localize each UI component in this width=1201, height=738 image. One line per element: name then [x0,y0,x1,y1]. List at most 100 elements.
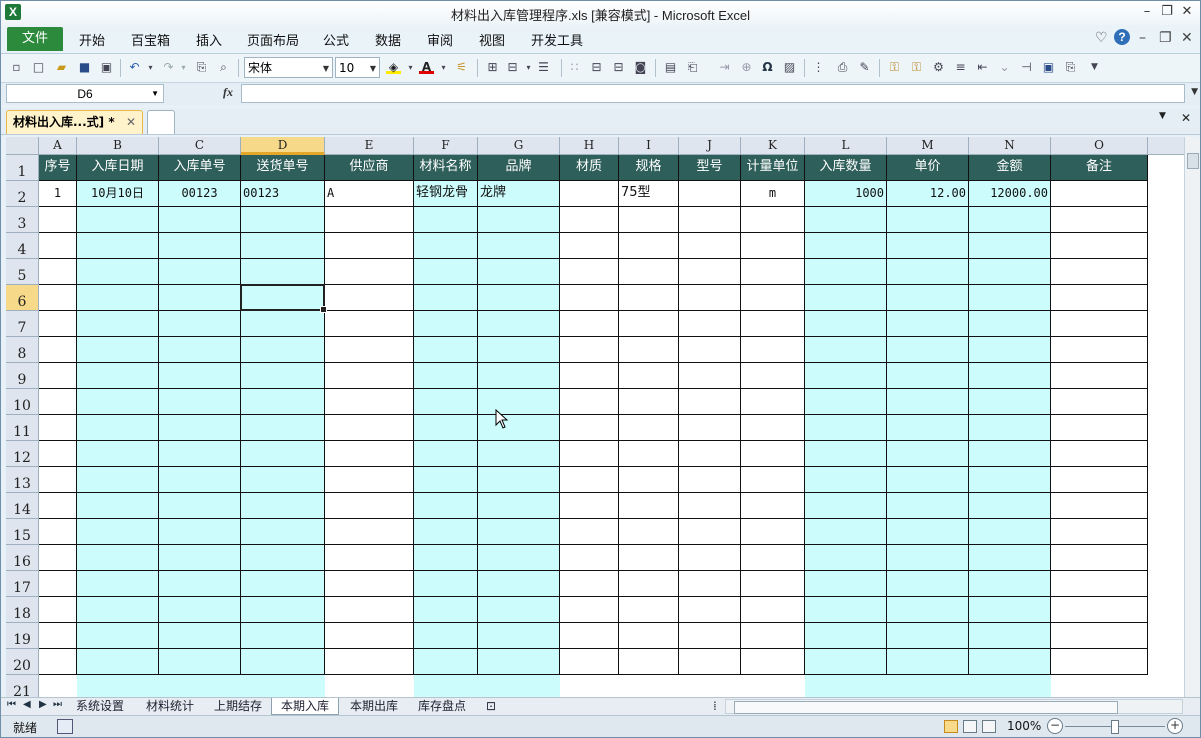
table-cell[interactable] [159,389,241,415]
table-cell[interactable] [325,441,414,467]
table-cell[interactable] [679,649,741,675]
prev-sheet-icon[interactable]: ◀ [23,699,31,710]
table-cell[interactable] [39,441,77,467]
restore-button[interactable]: ❐ [1157,3,1177,21]
macro-record-icon[interactable] [57,719,73,734]
table-header-cell[interactable]: 单价 [887,155,969,181]
table-cell[interactable] [241,467,325,493]
first-sheet-icon[interactable]: ⏮ [7,699,16,710]
table-data-cell[interactable]: m [741,181,805,207]
table-cell[interactable] [560,233,619,259]
row-header[interactable]: 19 [6,623,39,649]
tab-view[interactable]: 视图 [479,30,505,49]
table-cell[interactable] [560,467,619,493]
table-cell[interactable] [39,623,77,649]
table-cell[interactable] [325,675,414,697]
row-header[interactable]: 10 [6,389,39,415]
table-data-cell[interactable]: 1 [39,181,77,207]
table-cell[interactable] [414,337,478,363]
vertical-scroll-thumb[interactable] [1187,153,1199,169]
table-cell[interactable] [478,545,560,571]
page-layout-view-icon[interactable] [963,720,977,733]
table-cell[interactable] [77,649,159,675]
table-header-cell[interactable]: 计量单位 [741,155,805,181]
tool-f-icon[interactable]: ⇥ [717,60,732,75]
camera-icon[interactable]: ◙ [633,60,648,75]
table-cell[interactable] [39,649,77,675]
table-cell[interactable] [969,363,1051,389]
row-header[interactable]: 1 [6,155,39,181]
table-cell[interactable] [805,597,887,623]
table-cell[interactable] [241,389,325,415]
close-window-button[interactable]: ✕ [1177,3,1197,21]
tab-split-handle[interactable]: ⁞ [713,699,717,713]
table-cell[interactable] [414,233,478,259]
table-data-cell[interactable]: A [325,181,414,207]
table-cell[interactable] [159,519,241,545]
tool-n-icon[interactable]: ⎘ [1063,60,1078,75]
table-cell[interactable] [1051,259,1148,285]
table-cell[interactable] [414,675,478,697]
table-cell[interactable] [77,311,159,337]
save-icon[interactable]: ■ [77,60,92,75]
table-cell[interactable] [325,337,414,363]
table-cell[interactable] [414,415,478,441]
table-cell[interactable] [679,675,741,697]
horizontal-scrollbar[interactable] [725,699,1183,714]
table-cell[interactable] [969,623,1051,649]
table-cell[interactable] [77,233,159,259]
blank-doc-icon[interactable]: □ [31,60,46,75]
column-header[interactable]: K [741,137,805,155]
table-cell[interactable] [887,259,969,285]
table-cell[interactable] [619,493,679,519]
table-header-cell[interactable]: 入库日期 [77,155,159,181]
table-cell[interactable] [159,467,241,493]
font-color-dropdown-icon[interactable]: ▾ [436,60,451,75]
table-cell[interactable] [887,311,969,337]
table-cell[interactable] [741,389,805,415]
gear-icon[interactable]: ⚙ [931,60,946,75]
next-sheet-icon[interactable]: ▶ [39,699,47,710]
fill-color-icon[interactable]: ◈ [386,60,401,74]
table-cell[interactable] [478,649,560,675]
table-cell[interactable] [619,415,679,441]
table-cell[interactable] [741,415,805,441]
table-cell[interactable] [619,233,679,259]
table-cell[interactable] [560,571,619,597]
table-cell[interactable] [805,519,887,545]
print-preview-icon[interactable]: ▣ [99,60,114,75]
new-doc-icon[interactable]: ▫ [9,60,24,75]
table-cell[interactable] [560,649,619,675]
table-cell[interactable] [679,493,741,519]
image-icon[interactable]: ▨ [782,60,797,75]
table-cell[interactable] [805,623,887,649]
table-cell[interactable] [1051,363,1148,389]
row-header[interactable]: 4 [6,233,39,259]
tool-h-icon[interactable]: ⋮ [811,60,826,75]
table-cell[interactable] [1051,467,1148,493]
row-header[interactable]: 14 [6,493,39,519]
undo-dropdown-icon[interactable]: ▾ [143,60,158,75]
table-cell[interactable] [159,415,241,441]
tool-a-icon[interactable]: ∷ [567,60,582,75]
table-cell[interactable] [325,545,414,571]
table-cell[interactable] [414,259,478,285]
table-cell[interactable] [478,493,560,519]
table-cell[interactable] [741,441,805,467]
table-cell[interactable] [159,259,241,285]
table-borders-icon[interactable]: ⊟ [505,60,520,75]
zoom-out-button[interactable]: − [1047,718,1063,734]
tool-g-icon[interactable]: ⊕ [739,60,754,75]
table-cell[interactable] [77,441,159,467]
table-cell[interactable] [560,545,619,571]
fill-color-dropdown-icon[interactable]: ▾ [403,60,418,75]
table-cell[interactable] [741,311,805,337]
table-data-cell[interactable]: 75型 [619,181,679,207]
table-cell[interactable] [969,285,1051,311]
last-sheet-icon[interactable]: ⏭ [53,699,62,710]
tab-review[interactable]: 审阅 [427,30,453,49]
table-cell[interactable] [478,467,560,493]
table-cell[interactable] [741,467,805,493]
table-cell[interactable] [741,623,805,649]
table-data-cell[interactable]: 龙牌 [478,181,560,207]
